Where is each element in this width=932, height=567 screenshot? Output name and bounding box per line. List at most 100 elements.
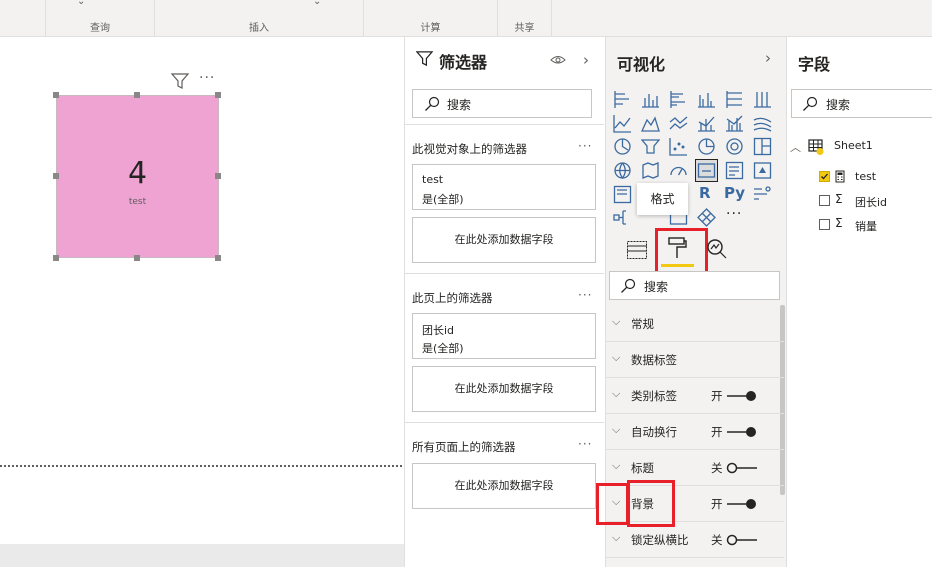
toggle-switch-off[interactable]	[726, 534, 758, 546]
fields-tab-icon[interactable]	[626, 240, 648, 260]
resize-handle[interactable]	[215, 173, 221, 179]
prop-label: 自动换行	[631, 425, 677, 439]
field-name[interactable]: 销量	[855, 218, 877, 234]
r-script-visual-icon[interactable]: R	[699, 184, 711, 202]
more-options-icon[interactable]: ···	[578, 288, 592, 302]
100-percent-bar-chart-icon[interactable]	[725, 90, 744, 109]
chevron-right-icon[interactable]: ›	[765, 49, 771, 67]
prop-row-general[interactable]: ⌵ 常规	[606, 306, 784, 342]
filter-icon[interactable]	[170, 73, 190, 93]
ribbon-group-share[interactable]: 共享	[498, 0, 552, 36]
resize-handle[interactable]	[53, 255, 59, 261]
toggle-switch-on[interactable]	[726, 390, 758, 402]
more-options-icon[interactable]: ···	[578, 437, 592, 451]
eye-icon[interactable]	[550, 52, 566, 71]
divider	[405, 273, 604, 274]
funnel-chart-icon[interactable]	[641, 137, 660, 156]
search-icon	[424, 96, 440, 116]
clustered-column-chart-icon[interactable]	[697, 90, 716, 109]
filter-card-tuanzhang-id[interactable]: 团长id 是(全部)	[412, 313, 596, 359]
add-data-field-dropzone[interactable]: 在此处添加数据字段	[412, 463, 596, 509]
key-influencers-icon[interactable]	[753, 185, 772, 204]
field-checkbox[interactable]	[819, 219, 830, 230]
field-checkbox-checked[interactable]	[819, 171, 830, 182]
ribbon-chart-icon[interactable]	[753, 114, 772, 133]
ribbon-group-insert[interactable]: ⌄ 插入	[155, 0, 364, 36]
analytics-magnifier-icon[interactable]	[706, 238, 728, 260]
card-visual-selected[interactable]	[695, 159, 718, 182]
chevron-down-icon[interactable]: ⌄	[313, 0, 321, 7]
multi-row-card-icon[interactable]	[725, 161, 744, 180]
search-placeholder: 搜索	[644, 280, 669, 294]
prop-row-data-label[interactable]: ⌵ 数据标签	[606, 342, 784, 378]
filter-card-test[interactable]: test 是(全部)	[412, 164, 596, 210]
card-value: 4	[127, 156, 148, 191]
stacked-column-chart-icon[interactable]	[641, 90, 660, 109]
divider	[405, 422, 604, 423]
chevron-up-icon[interactable]: ︿	[790, 139, 801, 155]
resize-handle[interactable]	[53, 173, 59, 179]
toggle-switch-on[interactable]	[726, 426, 758, 438]
resize-handle[interactable]	[215, 255, 221, 261]
prop-row-word-wrap[interactable]: ⌵ 自动换行 开	[606, 414, 784, 450]
sigma-icon: Σ	[835, 192, 843, 206]
card-icon	[697, 163, 716, 178]
prop-row-category-label[interactable]: ⌵ 类别标签 开	[606, 378, 784, 414]
toggle-value: 开	[711, 389, 723, 403]
ribbon-group-calculate[interactable]: 计算	[364, 0, 498, 36]
fields-search-input[interactable]: 搜索	[791, 89, 932, 118]
stacked-area-chart-icon[interactable]	[669, 114, 688, 133]
more-options-icon[interactable]: ···	[578, 139, 592, 153]
more-options-icon[interactable]: ···	[199, 70, 215, 86]
search-placeholder: 搜索	[826, 98, 851, 112]
fields-pane-title: 字段	[798, 55, 831, 74]
resize-handle[interactable]	[134, 92, 140, 98]
line-chart-icon[interactable]	[613, 114, 632, 133]
line-clustered-column-icon[interactable]	[725, 114, 744, 133]
add-data-field-dropzone[interactable]: 在此处添加数据字段	[412, 366, 596, 412]
resize-handle[interactable]	[215, 92, 221, 98]
chevron-down-icon: ⌵	[612, 459, 621, 472]
stacked-bar-chart-icon[interactable]	[613, 90, 632, 109]
field-checkbox[interactable]	[819, 195, 830, 206]
chevron-down-icon[interactable]: ⌄	[77, 0, 85, 7]
resize-handle[interactable]	[134, 255, 140, 261]
field-name[interactable]: 团长id	[855, 194, 887, 210]
clustered-bar-chart-icon[interactable]	[669, 90, 688, 109]
table-name[interactable]: Sheet1	[834, 139, 873, 152]
filter-card-field: test	[422, 173, 444, 186]
chevron-right-icon[interactable]: ›	[583, 51, 589, 69]
map-icon[interactable]	[613, 161, 632, 180]
prop-label: 常规	[631, 317, 654, 331]
donut-chart-icon[interactable]	[725, 137, 744, 156]
format-search-input[interactable]: 搜索	[609, 271, 780, 300]
more-visuals-icon[interactable]: ···	[726, 206, 742, 222]
card-visual[interactable]: 4 test	[56, 95, 219, 258]
paginated-report-icon[interactable]	[697, 208, 716, 227]
ribbon-group-query[interactable]: ⌄ 查询	[46, 0, 155, 36]
waterfall-chart-icon[interactable]	[613, 137, 632, 156]
add-data-field-dropzone[interactable]: 在此处添加数据字段	[412, 217, 596, 263]
python-visual-icon[interactable]: Py	[724, 184, 745, 202]
slicer-icon[interactable]	[613, 185, 632, 204]
toggle-switch-on[interactable]	[726, 498, 758, 510]
area-chart-icon[interactable]	[641, 114, 660, 133]
toggle-switch-off[interactable]	[726, 462, 758, 474]
100-percent-column-chart-icon[interactable]	[753, 90, 772, 109]
filled-map-icon[interactable]	[641, 161, 660, 180]
field-name[interactable]: test	[855, 170, 876, 183]
line-column-chart-icon[interactable]	[697, 114, 716, 133]
chevron-down-icon: ⌵	[612, 315, 621, 328]
resize-handle[interactable]	[53, 92, 59, 98]
gauge-icon[interactable]	[669, 161, 688, 180]
prop-row-lock-aspect[interactable]: ⌵ 锁定纵横比 关	[606, 522, 784, 558]
scatter-chart-icon[interactable]	[669, 137, 688, 156]
filter-search-input[interactable]: 搜索	[412, 89, 592, 118]
pie-chart-icon[interactable]	[697, 137, 716, 156]
toggle-value: 关	[711, 461, 723, 475]
kpi-icon[interactable]	[753, 161, 772, 180]
filter-card-value: 是(全部)	[422, 193, 464, 206]
treemap-icon[interactable]	[753, 137, 772, 156]
chevron-down-icon: ⌵	[612, 351, 621, 364]
decomposition-tree-icon[interactable]	[613, 208, 632, 227]
